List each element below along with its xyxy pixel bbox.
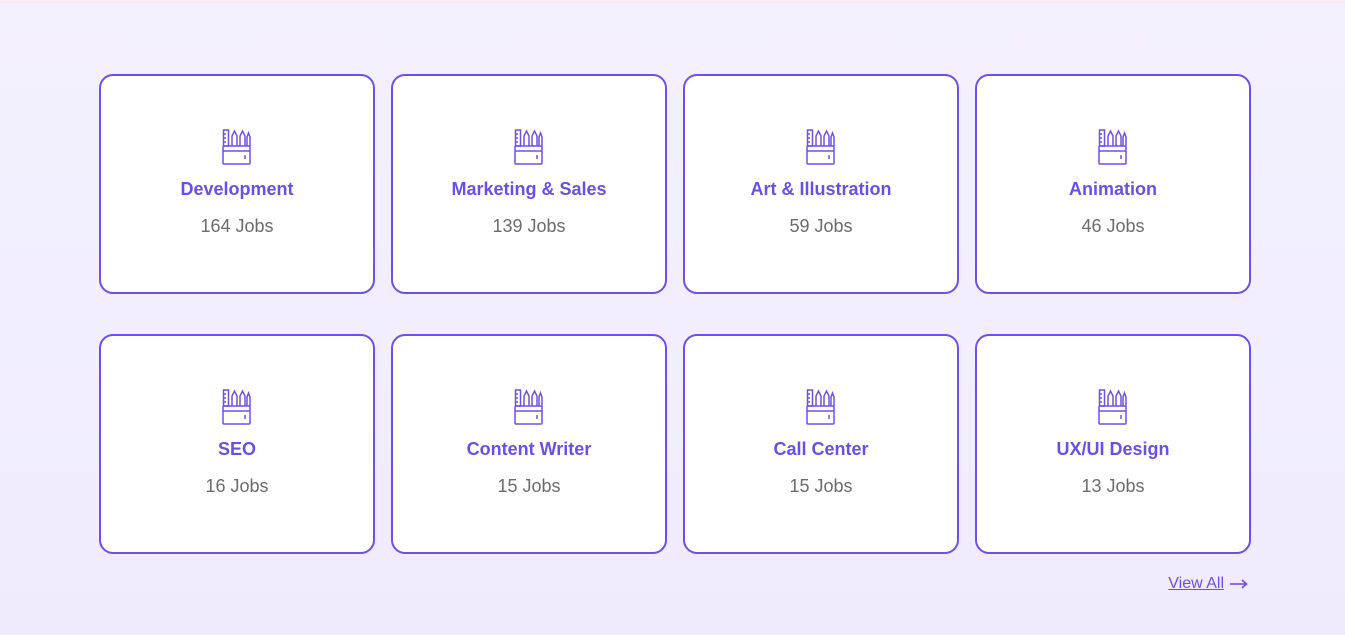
category-title: Animation — [1069, 179, 1157, 199]
category-card-seo[interactable]: SEO 16 Jobs — [99, 334, 375, 554]
category-card-call-center[interactable]: Call Center 15 Jobs — [683, 334, 959, 554]
job-count: 15 Jobs — [789, 476, 853, 496]
category-title: SEO — [217, 439, 256, 459]
job-count: 164 Jobs — [200, 216, 274, 236]
pencil-case-icon — [514, 389, 543, 425]
arrow-right-icon — [1230, 579, 1248, 589]
view-all-label: View All — [1168, 575, 1224, 592]
pencil-case-icon — [806, 129, 835, 165]
job-count: 59 Jobs — [789, 216, 853, 236]
job-count: 46 Jobs — [1081, 216, 1145, 236]
pencil-case-icon — [1098, 129, 1127, 165]
category-title: Development — [180, 179, 294, 199]
pencil-case-icon — [514, 129, 543, 165]
job-count: 13 Jobs — [1081, 476, 1145, 496]
category-card-ux-ui-design[interactable]: UX/UI Design 13 Jobs — [975, 334, 1251, 554]
pencil-case-icon — [222, 129, 251, 165]
category-card-animation[interactable]: Animation 46 Jobs — [975, 74, 1251, 294]
view-all-link[interactable]: View All — [1168, 575, 1248, 593]
pencil-case-icon — [222, 389, 251, 425]
top-divider — [0, 0, 1345, 3]
job-count: 15 Jobs — [497, 476, 561, 496]
category-card-content-writer[interactable]: Content Writer 15 Jobs — [391, 334, 667, 554]
pencil-case-icon — [1098, 389, 1127, 425]
category-title: UX/UI Design — [1056, 439, 1170, 459]
pencil-case-icon — [806, 389, 835, 425]
job-count: 16 Jobs — [205, 476, 269, 496]
category-title: Marketing & Sales — [451, 179, 607, 199]
category-card-art-illustration[interactable]: Art & Illustration 59 Jobs — [683, 74, 959, 294]
category-title: Art & Illustration — [750, 179, 892, 199]
category-title: Content Writer — [466, 439, 592, 459]
category-card-development[interactable]: Development 164 Jobs — [99, 74, 375, 294]
category-grid: Development 164 Jobs Marketing & Sales 1… — [99, 74, 1251, 554]
job-count: 139 Jobs — [492, 216, 566, 236]
category-title: Call Center — [773, 439, 869, 459]
category-card-marketing-sales[interactable]: Marketing & Sales 139 Jobs — [391, 74, 667, 294]
